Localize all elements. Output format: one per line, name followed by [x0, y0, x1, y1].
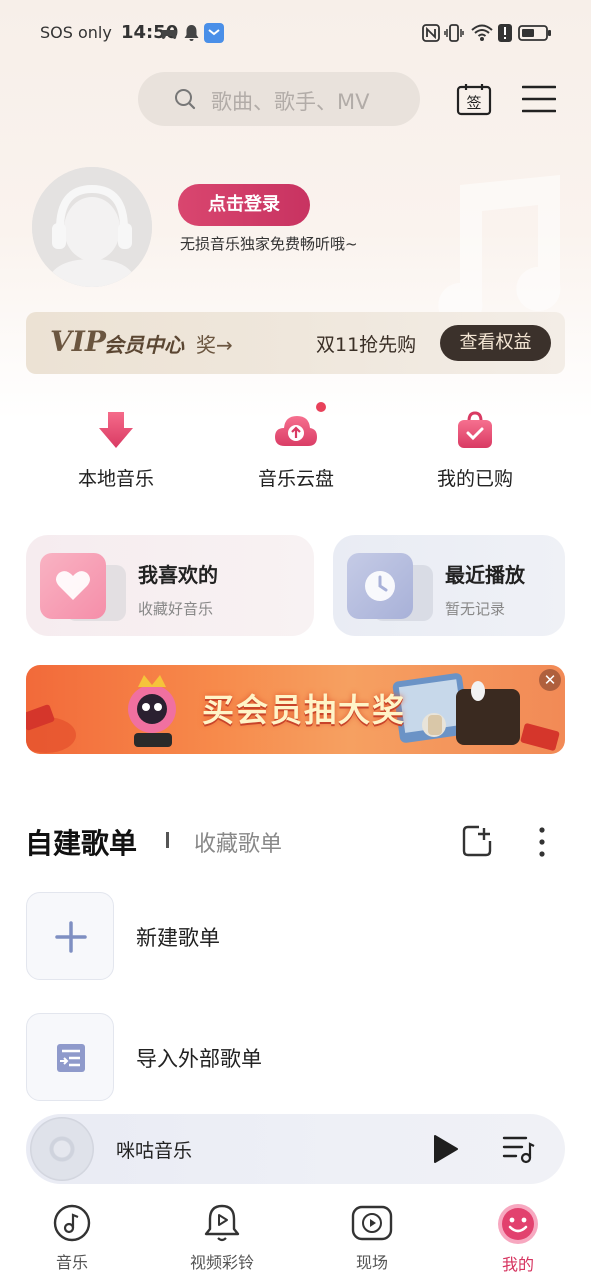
- avatar[interactable]: [32, 167, 152, 287]
- login-button[interactable]: 点击登录: [178, 184, 310, 226]
- vip-logo: VIP: [50, 325, 106, 358]
- app-notification-icon: [204, 23, 224, 43]
- card-title: 我喜欢的: [138, 563, 218, 587]
- nav-tab-live[interactable]: 现场: [322, 1203, 422, 1273]
- bottom-navigation: 音乐 视频彩铃 现场 我的: [0, 1195, 591, 1280]
- quick-entry-label: 我的已购: [436, 468, 513, 490]
- search-icon: [175, 89, 196, 110]
- smiley-avatar-icon: [498, 1204, 538, 1244]
- add-playlist-icon[interactable]: [462, 825, 494, 857]
- search-placeholder: 歌曲、歌手、MV: [211, 90, 370, 114]
- cloud-upload-icon: [275, 416, 317, 446]
- promo-banner-close-button[interactable]: ✕: [539, 669, 561, 691]
- vip-center-title: 会员中心: [104, 333, 184, 357]
- card-title: 最近播放: [445, 563, 525, 587]
- search-bar[interactable]: 歌曲、歌手、MV: [138, 72, 420, 126]
- play-icon[interactable]: [431, 1134, 459, 1164]
- vibrate-icon: [444, 24, 464, 42]
- quick-entry-cloud-disk[interactable]: 音乐云盘: [231, 410, 361, 491]
- battery-icon: [518, 25, 551, 41]
- view-benefits-button[interactable]: 查看权益: [440, 325, 551, 361]
- promo-banner-text: 买会员抽大奖: [202, 691, 407, 729]
- mini-player[interactable]: 咪咕音乐: [26, 1114, 565, 1184]
- card-favorites[interactable]: 我喜欢的 收藏好音乐: [26, 535, 314, 636]
- login-subtitle: 无损音乐独家免费畅听哦~: [180, 235, 358, 253]
- import-playlist-icon: [57, 1044, 85, 1072]
- vip-arrow: 奖→: [196, 333, 233, 357]
- cloud-disk-badge: [316, 402, 326, 412]
- card-subtitle: 暂无记录: [445, 600, 506, 618]
- create-playlist-label: 新建歌单: [136, 926, 220, 950]
- now-playing-title: 咪咕音乐: [116, 1140, 193, 1162]
- heart-icon: [56, 571, 90, 600]
- card-subtitle: 收藏好音乐: [138, 600, 214, 618]
- game-controller-icon: [161, 30, 177, 39]
- wifi-icon: [471, 24, 493, 41]
- download-arrow-icon: [99, 412, 133, 448]
- sign-in-icon-label: 签: [466, 94, 481, 112]
- vip-promo-text: 双11抢先购: [316, 334, 417, 356]
- hamburger-menu-icon[interactable]: [522, 84, 556, 114]
- daily-sign-in-icon[interactable]: 签: [456, 82, 492, 116]
- music-note-watermark-icon: [438, 175, 561, 325]
- clock-icon: [365, 571, 395, 601]
- nav-tab-mine[interactable]: 我的: [468, 1203, 568, 1275]
- nav-label: 现场: [355, 1253, 388, 1272]
- import-playlist-label: 导入外部歌单: [136, 1047, 262, 1071]
- tab-divider: [166, 832, 169, 848]
- create-playlist-row[interactable]: 新建歌单: [26, 892, 546, 980]
- video-bell-icon: [204, 1204, 240, 1242]
- nav-label: 我的: [501, 1255, 534, 1274]
- quick-entry-local-music[interactable]: 本地音乐: [51, 410, 181, 491]
- music-note-icon: [53, 1204, 91, 1242]
- live-play-icon: [351, 1205, 393, 1241]
- play-queue-icon[interactable]: [502, 1134, 536, 1164]
- import-playlist-row[interactable]: 导入外部歌单: [26, 1013, 546, 1101]
- plus-icon: [55, 921, 87, 953]
- shopping-bag-check-icon: [458, 411, 492, 448]
- nfc-icon: [422, 24, 440, 42]
- alert-icon: [498, 24, 512, 42]
- vip-center-banner[interactable]: VIP 会员中心 奖→ 双11抢先购 查看权益: [26, 312, 565, 374]
- nav-tab-video-ringtone[interactable]: 视频彩铃: [172, 1203, 272, 1273]
- status-bar: SOS only 14:50: [0, 0, 591, 66]
- quick-entry-label: 音乐云盘: [257, 468, 334, 490]
- quick-entry-purchased[interactable]: 我的已购: [410, 410, 540, 491]
- quick-entry-label: 本地音乐: [77, 468, 154, 490]
- more-options-icon[interactable]: [532, 826, 552, 858]
- bell-icon: [184, 25, 199, 41]
- tab-my-playlists[interactable]: 自建歌单: [25, 822, 137, 862]
- carrier-text: SOS only: [40, 23, 112, 42]
- nav-label: 音乐: [55, 1253, 88, 1272]
- album-disc-icon: [30, 1117, 94, 1181]
- nav-label: 视频彩铃: [189, 1253, 254, 1272]
- promo-banner[interactable]: 买会员抽大奖 ✕: [26, 665, 565, 754]
- tab-collected-playlists[interactable]: 收藏歌单: [194, 826, 282, 858]
- nav-tab-music[interactable]: 音乐: [22, 1203, 122, 1273]
- card-recent-plays[interactable]: 最近播放 暂无记录: [333, 535, 565, 636]
- default-avatar-icon: [32, 167, 152, 287]
